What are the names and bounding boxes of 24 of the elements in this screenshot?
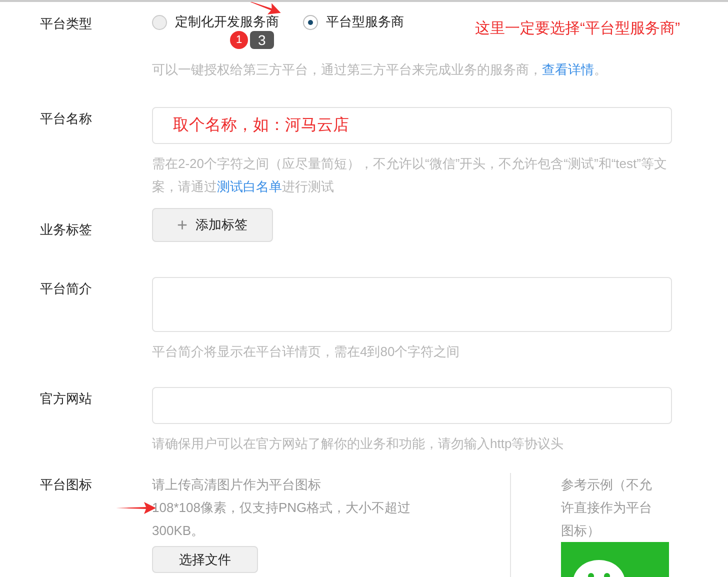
field-label: 平台名称 [40, 111, 92, 126]
field-label: 业务标签 [40, 222, 92, 237]
annotation-text: 这里一定要选择“平台型服务商” [475, 18, 680, 39]
field-label: 官方网站 [40, 391, 92, 406]
choose-file-button[interactable]: 选择文件 [152, 546, 258, 573]
radio-option[interactable]: 平台型服务商 [303, 12, 404, 32]
radio-option[interactable]: 定制化开发服务商 [152, 12, 279, 32]
radio-icon [303, 14, 318, 30]
hint-text: 平台简介将显示在平台详情页，需在4到80个字符之间 [152, 343, 461, 361]
upload-instruction: 请上传高清图片作为平台图标 [152, 476, 322, 494]
text-field[interactable]: 取个名称，如：河马云店 [152, 107, 672, 144]
field-label: 平台简介 [40, 281, 92, 296]
tooltip-text: 3 [250, 31, 274, 49]
example-caption: 参考示例（不允许直接作为平台图标） [561, 476, 653, 540]
hint-text: 可以一键授权给第三方平台，通过第三方平台来完成业务的服务商，查看详情。 [152, 61, 608, 79]
plus-icon: + [177, 216, 188, 234]
field-label: 平台图标 [40, 477, 92, 492]
add-tag-button[interactable]: + 添加标签 [152, 208, 273, 242]
radio-icon [152, 14, 167, 30]
hint-text: 请确保用户可以在官方网站了解你的业务和功能，请勿输入http等协议头 [152, 435, 565, 453]
field-label: 平台类型 [40, 16, 92, 31]
badge: 1 [230, 31, 248, 49]
upload-instruction: 108*108像素，仅支持PNG格式，大小不超过300KB。 [152, 499, 412, 540]
hint-text: 需在2-20个字符之间（应尽量简短），不允许以“微信”开头，不允许包含“测试”和“test”等文案，请通过测试白名单进行测试 [152, 155, 668, 196]
